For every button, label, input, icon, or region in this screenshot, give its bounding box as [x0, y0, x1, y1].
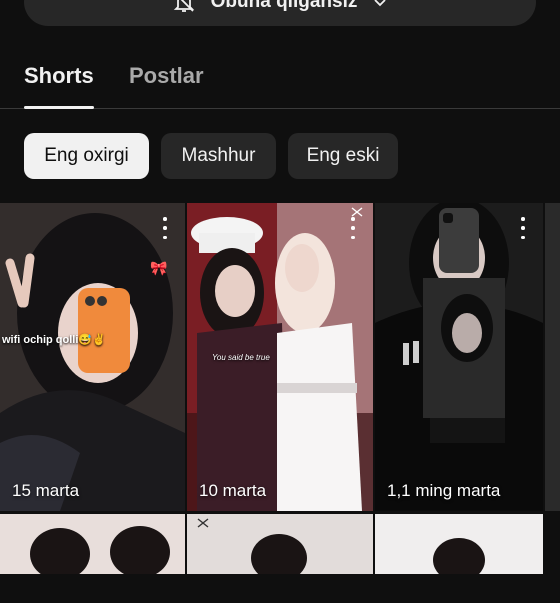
chip-popular[interactable]: Mashhur	[161, 133, 276, 179]
short-6-image	[187, 514, 373, 574]
short-2-caption: You said be true	[212, 353, 270, 362]
channel-tabs: Shorts Postlar	[0, 58, 560, 109]
short-7-image	[375, 514, 543, 574]
short-thumbnail-3[interactable]: 1,1 ming marta	[375, 203, 543, 511]
svg-text:🎀: 🎀	[150, 260, 167, 276]
short-3-views: 1,1 ming marta	[387, 481, 501, 500]
tab-posts[interactable]: Postlar	[129, 58, 204, 108]
shorts-grid: 🎀 wifi ochip qolli😅✌️ 15 marta You said …	[0, 203, 560, 603]
sort-chips: Eng oxirgi Mashhur Eng eski	[0, 133, 560, 181]
subscribed-label: Obuna qilgansiz	[210, 0, 358, 12]
chip-popular-label: Mashhur	[181, 145, 256, 166]
chip-oldest[interactable]: Eng eski	[288, 133, 398, 179]
short-thumbnail-1[interactable]: 🎀 wifi ochip qolli😅✌️ 15 marta	[0, 203, 185, 511]
tab-shorts[interactable]: Shorts	[24, 58, 94, 109]
short-3-image	[375, 203, 543, 511]
bell-notifications-off-icon	[171, 0, 197, 15]
capcut-icon	[351, 207, 363, 217]
more-vertical-icon[interactable]	[157, 217, 173, 239]
tab-shorts-label: Shorts	[24, 63, 94, 88]
short-1-caption: wifi ochip qolli😅✌️	[2, 334, 106, 346]
short-thumbnail-6-partial[interactable]	[187, 514, 373, 574]
short-thumbnail-7-partial[interactable]	[375, 514, 543, 574]
chip-latest[interactable]: Eng oxirgi	[24, 133, 149, 179]
chip-latest-label: Eng oxirgi	[44, 145, 129, 166]
short-thumbnail-2[interactable]: You said be true 10 marta	[187, 203, 373, 511]
short-5-image	[0, 514, 185, 574]
chevron-down-icon	[371, 0, 389, 11]
subscribed-button[interactable]: Obuna qilgansiz	[24, 0, 536, 26]
short-1-image: 🎀	[0, 203, 185, 511]
short-2-views: 10 marta	[199, 481, 267, 500]
tab-posts-label: Postlar	[129, 63, 204, 88]
more-vertical-icon[interactable]	[515, 217, 531, 239]
more-vertical-icon[interactable]	[345, 217, 361, 239]
short-1-views: 15 marta	[12, 481, 80, 500]
chip-oldest-label: Eng eski	[306, 145, 380, 166]
short-thumbnail-4-partial[interactable]	[545, 203, 560, 511]
short-thumbnail-5-partial[interactable]	[0, 514, 185, 574]
capcut-icon	[197, 518, 209, 528]
